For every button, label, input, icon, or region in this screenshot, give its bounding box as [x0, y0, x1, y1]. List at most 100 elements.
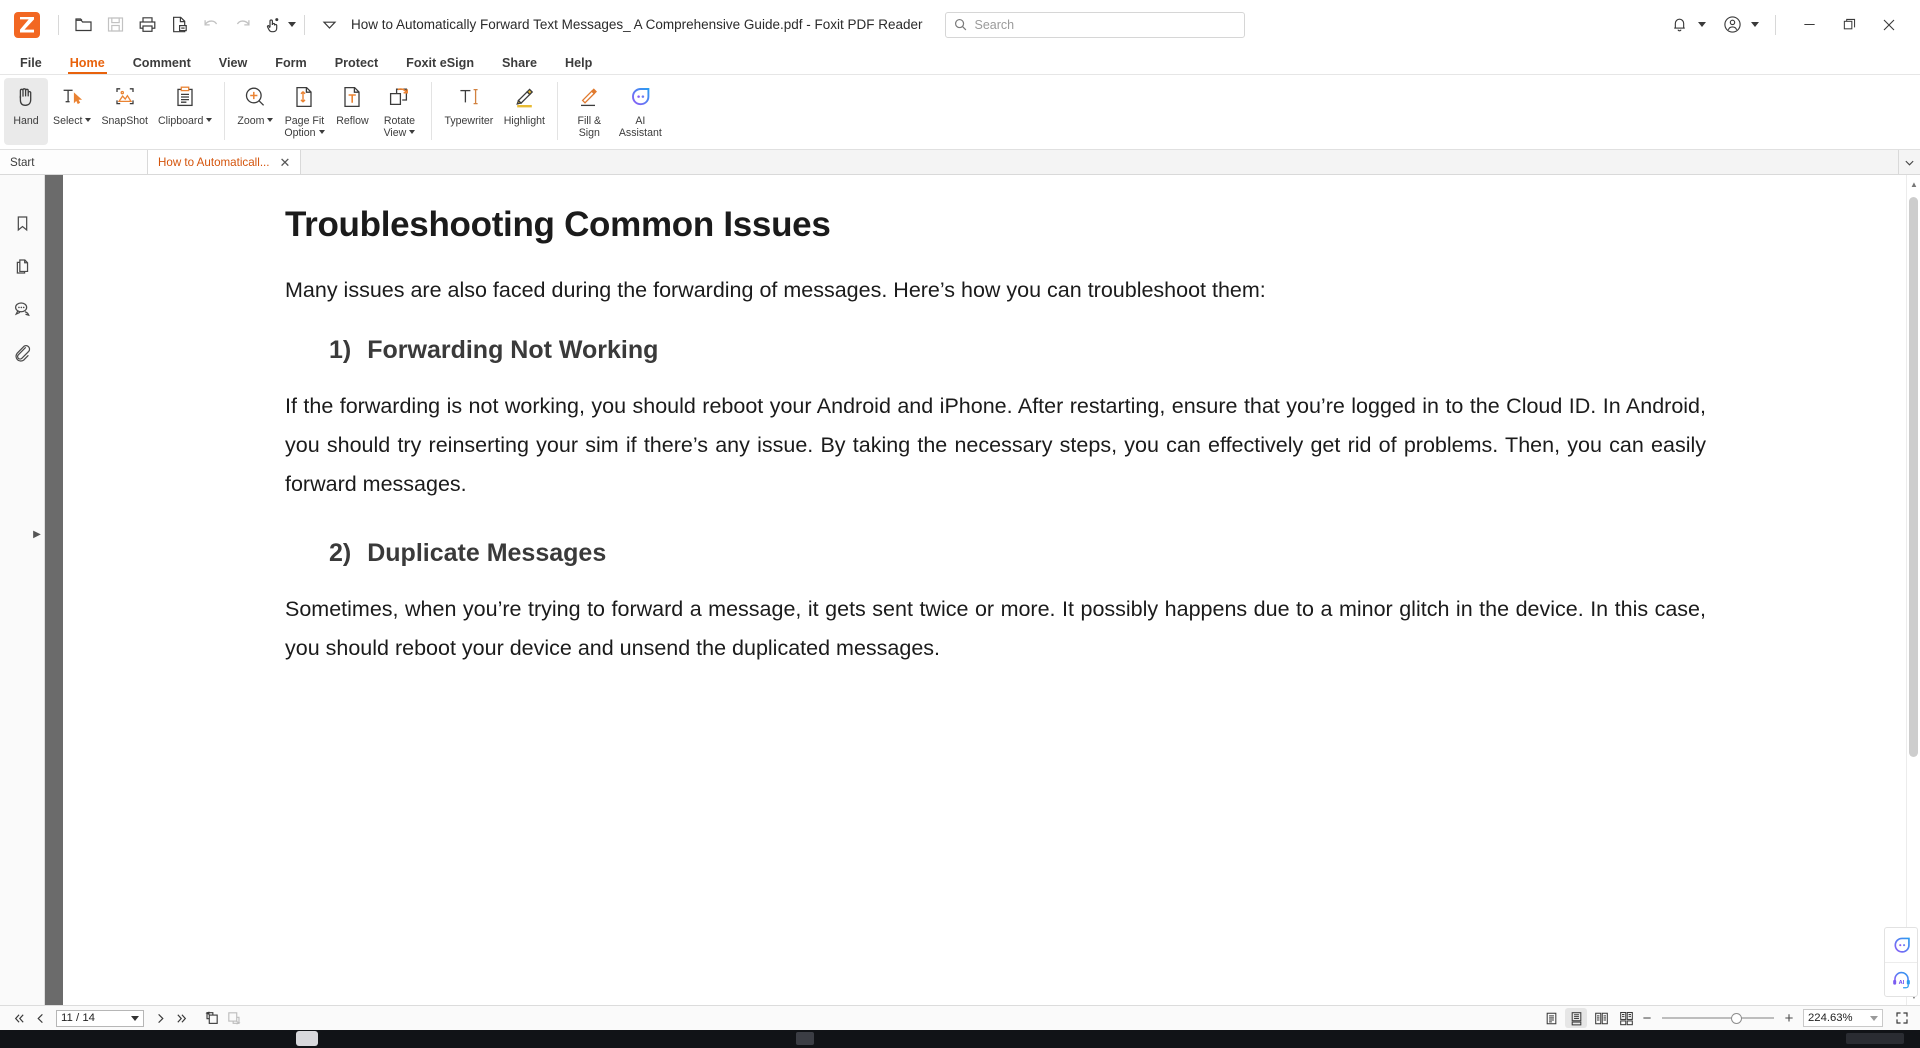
document-title: How to Automatically Forward Text Messag… [351, 17, 923, 32]
facing-view-button[interactable] [1590, 1008, 1612, 1028]
clipboard-tool-button[interactable]: Clipboard [153, 78, 217, 145]
select-text-icon [59, 82, 85, 112]
rotate-view-tool-button[interactable]: Rotate View [374, 78, 424, 145]
menu-help[interactable]: Help [551, 56, 606, 74]
scroll-up-arrow-icon[interactable]: ▲ [1907, 177, 1920, 191]
menu-view[interactable]: View [205, 56, 261, 74]
highlight-tool-button[interactable]: Highlight [498, 78, 550, 145]
taskbar-item[interactable] [296, 1031, 318, 1046]
fill-and-sign-tool-button[interactable]: Fill & Sign [565, 78, 613, 145]
zoom-level-input[interactable]: 224.63% [1803, 1009, 1883, 1027]
divider [224, 82, 226, 140]
highlight-tool-label: Highlight [503, 115, 545, 127]
tab-document-label: How to Automaticall... [158, 155, 270, 169]
zoom-chevron-down-icon[interactable] [267, 118, 274, 122]
reflow-tool-button[interactable]: Reflow [330, 78, 374, 145]
redo-icon[interactable] [227, 9, 259, 41]
menu-comment[interactable]: Comment [119, 56, 205, 74]
search-input[interactable]: Search [944, 11, 1245, 38]
vertical-scrollbar[interactable]: ▲ ▼ [1906, 175, 1920, 1005]
menu-protect[interactable]: Protect [321, 56, 392, 74]
account-avatar-icon[interactable] [1716, 9, 1748, 41]
zoom-chevron-down-icon[interactable] [1870, 1015, 1878, 1021]
page-view-area[interactable]: Troubleshooting Common Issues Many issue… [45, 175, 1920, 1005]
document-tab-strip: Start How to Automaticall... ✕ [0, 150, 1920, 175]
pdf-heading: Troubleshooting Common Issues [285, 205, 831, 244]
pdf-section-1-body: If the forwarding is not working, you sh… [285, 394, 1706, 497]
snapshot-tool-button[interactable]: SnapShot [96, 78, 153, 145]
typewriter-tool-button[interactable]: Typewriter [439, 78, 498, 145]
close-button[interactable] [1870, 9, 1908, 41]
rotate-right-button[interactable] [224, 1008, 244, 1028]
continuous-facing-view-button[interactable] [1615, 1008, 1637, 1028]
zoom-out-button[interactable]: − [1640, 1010, 1654, 1027]
select-chevron-down-icon[interactable] [85, 118, 92, 122]
next-page-button[interactable] [150, 1008, 170, 1028]
typewriter-icon [455, 82, 483, 112]
zoom-slider-handle[interactable] [1731, 1012, 1743, 1024]
menu-share[interactable]: Share [488, 56, 551, 74]
rotate-left-button[interactable] [202, 1008, 222, 1028]
hand-tool-button[interactable]: Hand [4, 78, 48, 145]
single-page-view-button[interactable] [1540, 1008, 1562, 1028]
ai-headset-button[interactable]: AI [1885, 962, 1917, 996]
comments-panel-button[interactable] [6, 293, 38, 325]
rotate-view-chevron-down-icon[interactable] [409, 130, 416, 134]
notification-bell-icon[interactable] [1663, 9, 1695, 41]
menu-foxit-esign[interactable]: Foxit eSign [392, 56, 488, 74]
undo-icon[interactable] [195, 9, 227, 41]
fullscreen-button[interactable] [1892, 1008, 1912, 1028]
zoom-slider[interactable] [1662, 1008, 1774, 1028]
notification-chevron-down-icon[interactable] [1698, 22, 1706, 27]
first-page-button[interactable] [8, 1008, 28, 1028]
ai-assistant-tool-button[interactable]: AI Assistant [613, 78, 667, 145]
print-icon[interactable] [131, 9, 163, 41]
menu-file[interactable]: File [6, 56, 56, 74]
tab-list-chevron-down-icon[interactable] [1898, 150, 1920, 174]
tab-document[interactable]: How to Automaticall... ✕ [148, 150, 302, 174]
create-pdf-icon[interactable] [163, 9, 195, 41]
account-chevron-down-icon[interactable] [1751, 22, 1759, 27]
last-page-button[interactable] [172, 1008, 192, 1028]
attachments-panel-button[interactable] [6, 336, 38, 368]
zoom-in-button[interactable]: + [1782, 1010, 1796, 1027]
close-tab-icon[interactable]: ✕ [279, 156, 290, 169]
restore-button[interactable] [1830, 9, 1868, 41]
fill-and-sign-tool-label: Fill & Sign [577, 115, 602, 139]
divider [1775, 14, 1776, 35]
floating-ai-buttons: AI [1884, 927, 1918, 997]
page-fit-tool-button[interactable]: Page Fit Option [278, 78, 330, 145]
taskbar-item[interactable] [796, 1032, 814, 1045]
divider [304, 14, 305, 35]
bookmarks-panel-button[interactable] [6, 207, 38, 239]
touch-mode-icon[interactable] [259, 9, 287, 41]
customize-toolbar-icon[interactable] [313, 9, 345, 41]
clipboard-chevron-down-icon[interactable] [206, 118, 213, 122]
page-fit-icon [291, 82, 317, 112]
status-bar: 11 / 14 − + 224.63% [0, 1005, 1920, 1030]
tab-start[interactable]: Start [0, 150, 148, 174]
taskbar-clock[interactable] [1846, 1033, 1904, 1044]
scrollbar-thumb[interactable] [1909, 197, 1918, 757]
continuous-scroll-view-button[interactable] [1565, 1008, 1587, 1028]
rotate-view-icon [386, 82, 412, 112]
zoom-tool-button[interactable]: Zoom [232, 78, 278, 145]
select-tool-button[interactable]: Select [48, 78, 96, 145]
previous-page-button[interactable] [30, 1008, 50, 1028]
minimize-button[interactable] [1790, 9, 1828, 41]
page-fit-chevron-down-icon[interactable] [318, 130, 325, 134]
touch-mode-chevron-down-icon[interactable] [288, 22, 296, 27]
open-icon[interactable] [67, 9, 99, 41]
page-number-chevron-down-icon[interactable] [131, 1015, 139, 1021]
menu-home[interactable]: Home [56, 56, 119, 74]
pages-panel-button[interactable] [6, 250, 38, 282]
title-bar: How to Automatically Forward Text Messag… [0, 0, 1920, 49]
foxit-pdf-reader-window: How to Automatically Forward Text Messag… [0, 0, 1920, 1048]
expand-panel-arrow-icon[interactable]: ▶ [32, 527, 42, 541]
page-number-input[interactable]: 11 / 14 [56, 1009, 144, 1027]
reflow-tool-label: Reflow [336, 115, 369, 127]
ai-chat-bubble-button[interactable] [1885, 928, 1917, 962]
pdf-intro-paragraph: Many issues are also faced during the fo… [285, 278, 1266, 302]
menu-form[interactable]: Form [261, 56, 320, 74]
save-icon[interactable] [99, 9, 131, 41]
